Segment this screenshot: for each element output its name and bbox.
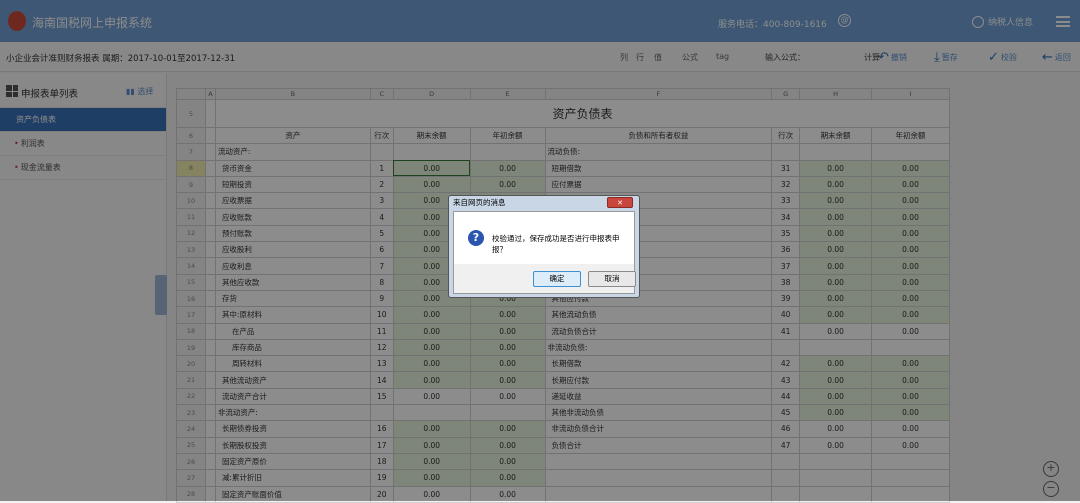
dialog-message: 校验通过，保存成功是否进行申报表申报？ [492,234,620,254]
confirm-dialog: 来自网页的消息 ✕ ? 校验通过，保存成功是否进行申报表申报？ 确定 取消 [448,195,640,298]
dialog-footer: 确定 取消 [454,264,636,293]
cancel-button[interactable]: 取消 [588,271,636,287]
question-icon: ? [468,230,484,246]
dialog-body: ? 校验通过，保存成功是否进行申报表申报？ 确定 取消 [453,211,636,294]
close-icon[interactable]: ✕ [607,197,633,208]
ok-button[interactable]: 确定 [533,271,581,287]
